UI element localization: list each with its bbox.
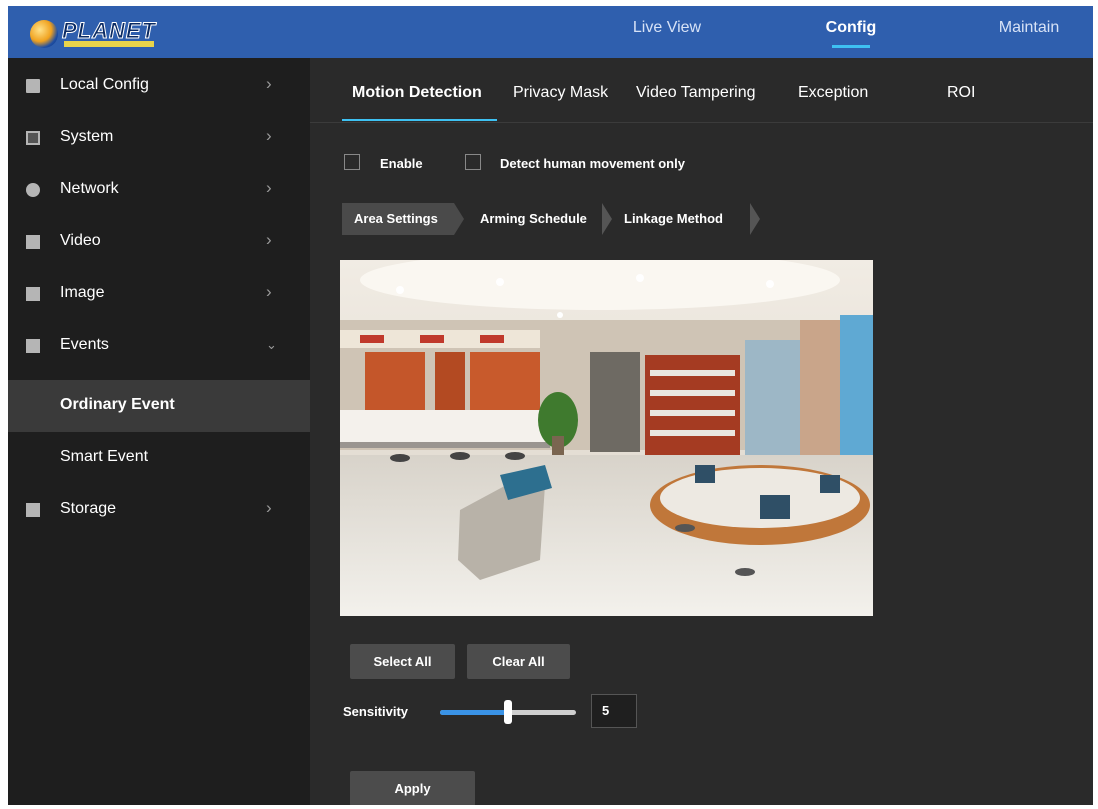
sidebar-item-network[interactable]: Network › (8, 164, 310, 216)
nav-config-label: Config (825, 19, 877, 36)
sidebar-subitem-label: Ordinary Event (60, 396, 175, 413)
monitor-icon (26, 79, 40, 93)
tab-privacy-mask[interactable]: Privacy Mask (513, 84, 608, 102)
chevron-right-icon: › (266, 282, 272, 301)
select-all-button[interactable]: Select All (350, 644, 455, 679)
sensitivity-slider-fill (440, 710, 508, 715)
sidebar-subitem-ordinary-event[interactable]: Ordinary Event (8, 380, 310, 432)
nav-active-underline (832, 45, 870, 48)
sidebar-item-label: System (60, 128, 114, 145)
sidebar: Local Config › System › Network › Video … (8, 58, 310, 805)
step-arming-schedule-label: Arming Schedule (480, 211, 587, 226)
sidebar-subitem-smart-event[interactable]: Smart Event (8, 432, 310, 484)
step-separator (454, 203, 464, 235)
tab-motion-detection[interactable]: Motion Detection (352, 84, 482, 102)
tab-bar: Motion Detection Privacy Mask Video Tamp… (310, 58, 1093, 123)
app-window: PLANET Live View Config Maintain Local C… (8, 6, 1093, 805)
tab-active-underline (342, 119, 497, 121)
camera-preview[interactable] (340, 260, 873, 616)
storage-icon (26, 503, 40, 517)
planet-logo[interactable]: PLANET (30, 18, 160, 48)
nav-live-view[interactable]: Live View (612, 6, 722, 58)
tab-exception[interactable]: Exception (798, 84, 868, 102)
image-icon (26, 287, 40, 301)
sidebar-item-label: Local Config (60, 76, 149, 93)
logo-tagline-bar (64, 41, 154, 47)
tab-video-tampering[interactable]: Video Tampering (636, 84, 756, 102)
sensitivity-value-input[interactable]: 5 (591, 694, 637, 728)
step-linkage-method[interactable]: Linkage Method (624, 203, 744, 235)
sidebar-item-storage[interactable]: Storage › (8, 484, 310, 536)
chevron-right-icon: › (266, 74, 272, 93)
step-area-settings[interactable]: Area Settings (342, 203, 454, 235)
main-content: Motion Detection Privacy Mask Video Tamp… (310, 58, 1093, 805)
nav-config[interactable]: Config (796, 6, 906, 58)
clear-all-button[interactable]: Clear All (467, 644, 570, 679)
network-icon (26, 183, 40, 197)
globe-icon (30, 20, 58, 48)
human-detect-checkbox[interactable] (465, 154, 481, 170)
chevron-right-icon: › (266, 126, 272, 145)
step-linkage-method-label: Linkage Method (624, 211, 723, 226)
chevron-right-icon: › (266, 178, 272, 197)
step-separator (602, 203, 612, 235)
sidebar-item-local-config[interactable]: Local Config › (8, 60, 310, 112)
sidebar-item-label: Video (60, 232, 101, 249)
sensitivity-slider-thumb[interactable] (504, 700, 512, 724)
sidebar-item-system[interactable]: System › (8, 112, 310, 164)
step-area-settings-label: Area Settings (354, 211, 438, 226)
video-icon (26, 235, 40, 249)
system-icon (26, 131, 40, 145)
sidebar-item-image[interactable]: Image › (8, 268, 310, 320)
nav-maintain[interactable]: Maintain (974, 6, 1084, 58)
sensitivity-label: Sensitivity (343, 704, 409, 719)
chevron-down-icon: ⌄ (266, 337, 277, 352)
chevron-right-icon: › (266, 498, 272, 517)
nav-live-view-label: Live View (632, 19, 702, 36)
enable-label: Enable (380, 156, 423, 171)
sidebar-item-label: Events (60, 336, 109, 353)
enable-checkbox[interactable] (344, 154, 360, 170)
nav-maintain-label: Maintain (998, 19, 1060, 36)
events-icon (26, 339, 40, 353)
sidebar-item-video[interactable]: Video › (8, 216, 310, 268)
human-detect-label: Detect human movement only (500, 156, 685, 171)
sidebar-item-events[interactable]: Events ⌄ (8, 320, 310, 372)
sidebar-subitem-label: Smart Event (60, 448, 149, 465)
chevron-right-icon: › (266, 230, 272, 249)
sidebar-item-label: Network (60, 180, 119, 197)
step-arming-schedule[interactable]: Arming Schedule (480, 203, 600, 235)
sidebar-item-label: Storage (60, 500, 117, 517)
step-separator (750, 203, 760, 235)
camera-scene-image (340, 260, 873, 616)
tab-roi[interactable]: ROI (947, 84, 975, 102)
apply-button[interactable]: Apply (350, 771, 475, 805)
sidebar-item-label: Image (60, 284, 105, 301)
top-bar: PLANET Live View Config Maintain (8, 6, 1093, 58)
